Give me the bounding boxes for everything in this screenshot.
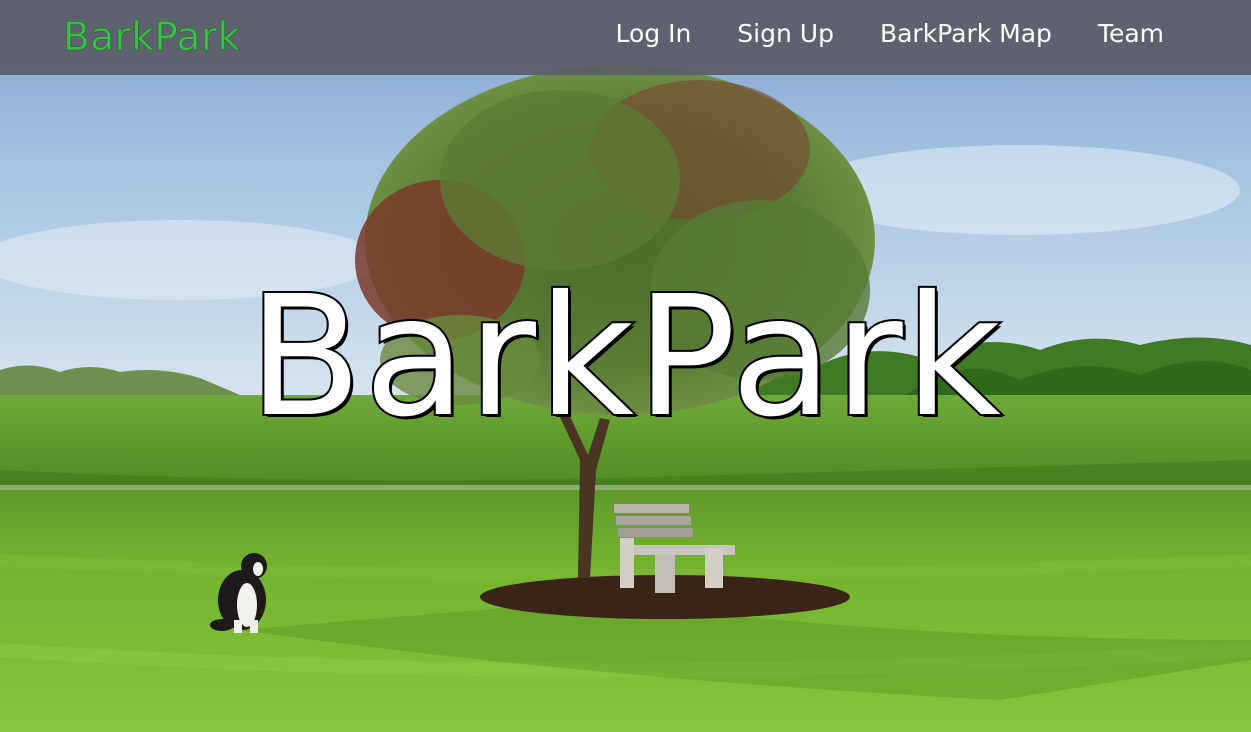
nav-link-barkpark-map[interactable]: BarkPark Map: [880, 18, 1052, 50]
nav-link-log-in[interactable]: Log In: [615, 18, 691, 50]
hero-title: BarkPark: [246, 261, 1003, 454]
page: BarkPark Log In Sign Up BarkPark Map Tea…: [0, 0, 1251, 732]
brand-logo-link[interactable]: BarkPark: [63, 14, 241, 62]
nav-links: Log In Sign Up BarkPark Map Team: [569, 18, 1164, 50]
nav-link-sign-up[interactable]: Sign Up: [737, 18, 834, 50]
top-navbar: BarkPark Log In Sign Up BarkPark Map Tea…: [0, 0, 1251, 75]
nav-link-team[interactable]: Team: [1098, 18, 1164, 50]
